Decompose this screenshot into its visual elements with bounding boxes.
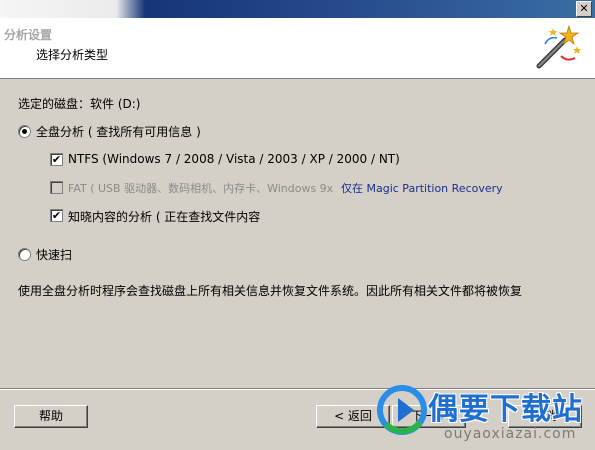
fat-checkbox <box>50 181 63 194</box>
ntfs-label[interactable]: NTFS (Windows 7 / 2008 / Vista / 2003 / … <box>68 152 400 166</box>
watermark-text: 偶要下载站 <box>428 392 583 427</box>
fat-label: FAT ( USB 驱动器、数码相机、内存卡、Windows 9x <box>68 182 334 195</box>
full-analysis-radio[interactable] <box>18 125 31 138</box>
watermark-logo-icon <box>377 385 427 435</box>
magic-partition-recovery-link[interactable]: 仅在 Magic Partition Recovery <box>341 180 503 196</box>
content-aware-label[interactable]: 知晓内容的分析 ( 正在查找文件内容 <box>68 208 260 225</box>
header-title: 分析设置 <box>4 28 53 42</box>
wizard-content: 选定的磁盘：软件 (D:) 全盘分析 ( 查找所有可用信息 ) ✔ NTFS (… <box>0 79 595 389</box>
description-text: 使用全盘分析时程序会查找磁盘上所有相关信息并恢复文件系统。因此所有相关文件都将被… <box>18 284 523 298</box>
magic-wand-icon <box>536 24 581 69</box>
wizard-header: 分析设置 选择分析类型 <box>0 18 595 79</box>
quick-scan-radio[interactable] <box>18 248 31 261</box>
title-bar: ✕ <box>0 0 595 18</box>
blurred-title <box>0 0 145 18</box>
content-aware-checkbox[interactable]: ✔ <box>50 209 63 222</box>
close-button[interactable]: ✕ <box>576 1 592 17</box>
help-button[interactable]: 帮助 <box>14 405 88 428</box>
full-analysis-label[interactable]: 全盘分析 ( 查找所有可用信息 ) <box>36 123 201 140</box>
watermark-url: ouyaoxiazai.com <box>444 426 577 442</box>
watermark: 偶要下载站 ouyaoxiazai.com <box>376 378 595 450</box>
quick-scan-label[interactable]: 快速扫 <box>36 246 72 263</box>
selected-disk-label: 选定的磁盘：软件 (D:) <box>18 97 141 111</box>
ntfs-checkbox[interactable]: ✔ <box>50 153 63 166</box>
header-subtitle: 选择分析类型 <box>36 48 109 62</box>
